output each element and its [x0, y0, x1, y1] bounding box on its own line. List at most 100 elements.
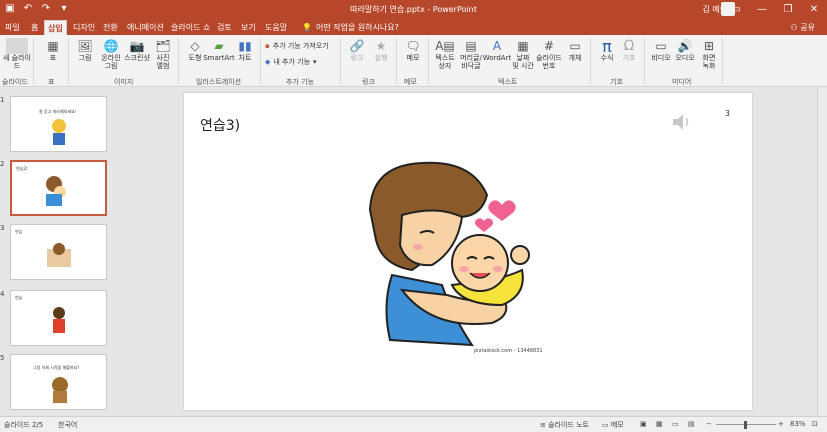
- group-label-slides: 슬라이드: [2, 78, 28, 86]
- zoom-level[interactable]: 83%: [790, 420, 806, 428]
- tell-me-box[interactable]: 💡 어떤 작업을 원하시나요?: [302, 22, 399, 33]
- tab-home[interactable]: 홈: [28, 20, 41, 35]
- share-icon: ⚇: [790, 23, 801, 32]
- symbol-button[interactable]: Ω 기호: [612, 37, 646, 75]
- character-thumbnail: [47, 243, 71, 267]
- thumb-text: 연습2): [16, 166, 28, 171]
- chart-icon: ▮▮: [238, 39, 252, 53]
- speaker-icon[interactable]: [670, 111, 692, 133]
- screenshot-icon: 📷: [129, 39, 145, 53]
- tell-me-text: 어떤 작업을 원하시나요?: [315, 23, 399, 32]
- thumb-number: 4: [0, 290, 5, 298]
- tab-review[interactable]: 검토: [214, 20, 235, 35]
- thumb-number: 3: [0, 224, 5, 232]
- screen-recording-button[interactable]: ⊞ 화면 녹화: [692, 37, 726, 75]
- table-icon: ▦: [47, 39, 59, 53]
- textbox-label: 텍스트 상자: [435, 54, 455, 70]
- tab-help[interactable]: 도움말: [262, 20, 290, 35]
- father-baby-illustration[interactable]: [362, 155, 542, 350]
- notes-button[interactable]: ≡ 슬라이드 노트: [540, 420, 589, 430]
- reading-view-icon[interactable]: ▭: [672, 420, 679, 428]
- object-icon: ▭: [569, 39, 581, 53]
- header-footer-label: 머리글/ 바닥글: [460, 54, 482, 70]
- ribbon-tabs: 파일 홈 삽입 디자인 전환 애니메이션 슬라이드 쇼 검토 보기 도움말 💡 …: [0, 18, 827, 35]
- slide-sorter-icon[interactable]: ▦: [656, 420, 663, 428]
- slide-number: 3: [724, 109, 730, 118]
- photo-album-button[interactable]: 🗂 사진 앨범: [146, 37, 180, 75]
- tab-slideshow[interactable]: 슬라이드 쇼: [168, 20, 213, 35]
- screen-recording-label: 화면 녹화: [702, 54, 716, 70]
- slide-number-icon: #: [543, 39, 555, 53]
- zoom-slider-thumb[interactable]: [744, 421, 747, 429]
- language[interactable]: 한국어: [58, 420, 77, 430]
- header-footer-icon: ▤: [465, 39, 477, 53]
- action-button[interactable]: ★ 실행: [364, 37, 398, 75]
- slide-thumbnail-2[interactable]: 연습2): [10, 160, 107, 216]
- close-button[interactable]: ✕: [801, 0, 827, 18]
- slide-count: 슬라이드 2/5: [4, 421, 44, 429]
- group-label-media: 미디어: [672, 78, 692, 86]
- ribbon-insert: 새 슬라이드 ▦ 표 🖼 그림 🌐 온라인 그림 📷 스크린샷 🗂 사진 앨범 …: [0, 35, 827, 87]
- slide-title[interactable]: 연습3): [200, 115, 240, 135]
- title-bar: ▣ ↶ ↷ ▾ 따라말하기 연습.pptx - PowerPoint 김 예슬 …: [0, 0, 827, 18]
- slide-thumbnail-4[interactable]: 연습: [10, 290, 107, 346]
- tab-animations[interactable]: 애니메이션: [124, 20, 167, 35]
- group-label-comments: 메모: [404, 78, 417, 86]
- chart-button[interactable]: ▮▮ 차트: [228, 37, 262, 75]
- minimize-button[interactable]: —: [749, 0, 775, 18]
- ribbon-display-icon[interactable]: ▭: [723, 0, 749, 18]
- share-button[interactable]: ⚇ 공유: [791, 22, 815, 33]
- group-label-illustrations: 일러스트레이션: [196, 78, 242, 86]
- table-label: 표: [49, 54, 57, 62]
- slide-thumbnail-3[interactable]: 연습: [10, 224, 107, 280]
- slideshow-icon[interactable]: ▤: [688, 420, 695, 428]
- object-label: 개체: [568, 54, 582, 62]
- addins-icon: ◆: [265, 58, 271, 66]
- tab-file[interactable]: 파일: [2, 20, 23, 35]
- get-addins-button[interactable]: ▪ 추가 기능 가져오기: [265, 41, 329, 51]
- online-picture-icon: 🌐: [103, 39, 119, 53]
- wordart-icon: A: [492, 39, 502, 53]
- textbox-icon: A▤: [435, 39, 455, 53]
- omega-icon: Ω: [623, 38, 635, 54]
- my-addins-button[interactable]: ◆ 내 추가 기능 ▾: [265, 57, 317, 67]
- tab-transitions[interactable]: 전환: [100, 20, 121, 35]
- comments-button[interactable]: ▭ 메모: [602, 420, 624, 430]
- group-label-symbols: 기호: [610, 78, 623, 86]
- notes-label: 슬라이드 노트: [548, 421, 589, 429]
- slide-thumbnail-1[interactable]: 잘 듣고 따라해보세요!: [10, 96, 107, 152]
- screen-recording-icon: ⊞: [703, 39, 715, 53]
- object-button[interactable]: ▭ 개체: [558, 37, 592, 75]
- comment-button[interactable]: 🗨 메모: [396, 37, 430, 75]
- new-slide-button[interactable]: 새 슬라이드: [0, 37, 34, 75]
- my-addins-label: 내 추가 기능: [273, 58, 311, 66]
- group-label-links: 링크: [362, 78, 375, 86]
- divider: [33, 38, 34, 84]
- slide-thumbnail-5[interactable]: 그림 이제 시작을 해볼까요?: [10, 354, 107, 410]
- zoom-in-icon[interactable]: +: [778, 420, 784, 428]
- slide-thumbnail-panel: 1 잘 듣고 따라해보세요! 2 연습2) 3 연습 4 연습 5 그림 이제 …: [0, 88, 118, 416]
- symbol-label: 기호: [622, 54, 636, 62]
- thumb-text: 잘 듣고 따라해보세요!: [39, 109, 77, 114]
- date-time-label: 날짜 및 시간: [512, 54, 534, 70]
- character-thumbnail: [52, 119, 66, 145]
- tab-design[interactable]: 디자인: [70, 20, 98, 35]
- store-icon: ▪: [265, 42, 270, 50]
- fit-slide-icon[interactable]: ⊡: [812, 420, 818, 428]
- slide-canvas[interactable]: 연습3) 3 pixtastock.com - 13448831: [184, 93, 752, 410]
- restore-button[interactable]: ❐: [775, 0, 801, 18]
- chart-label: 차트: [238, 54, 252, 62]
- tab-insert[interactable]: 삽입: [44, 20, 67, 35]
- notes-icon: ≡: [540, 421, 549, 429]
- table-button[interactable]: ▦ 표: [36, 37, 70, 75]
- zoom-out-icon[interactable]: −: [706, 420, 712, 428]
- vertical-scrollbar[interactable]: [817, 88, 827, 416]
- tab-view[interactable]: 보기: [238, 20, 259, 35]
- new-slide-icon: [6, 38, 28, 54]
- get-addins-label: 추가 기능 가져오기: [272, 42, 329, 50]
- thumb-number: 2: [0, 160, 5, 168]
- normal-view-icon[interactable]: ▣: [640, 420, 647, 428]
- thumb-number: 1: [0, 96, 5, 104]
- share-label: 공유: [800, 23, 815, 32]
- group-label-text: 텍스트: [498, 78, 518, 86]
